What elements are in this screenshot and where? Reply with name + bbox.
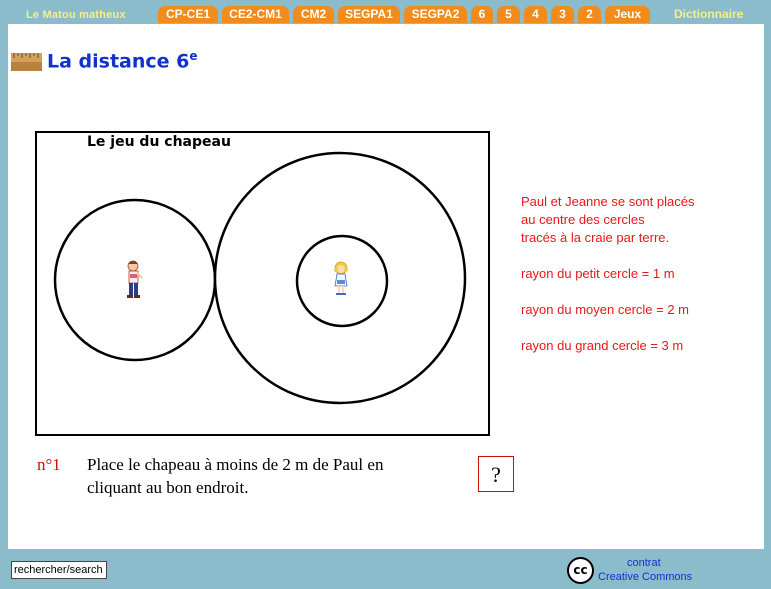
tab-segpa1[interactable]: SEGPA1 (338, 6, 400, 23)
ruler-icon (11, 53, 42, 71)
question-text-line-2: cliquant au bon endroit. (87, 478, 249, 497)
large-radius-text: rayon du grand cercle = 3 m (521, 338, 684, 353)
tab-3[interactable]: 3 (551, 6, 574, 23)
search-input[interactable] (11, 561, 107, 579)
tab-cp-ce1[interactable]: CP-CE1 (158, 6, 218, 23)
question-number: n°1 (37, 455, 61, 474)
question-text-line-1: Place le chapeau à moins de 2 m de Paul … (87, 455, 384, 474)
dictionary-link[interactable]: Dictionnaire (674, 7, 743, 21)
tab-ce2-cm1[interactable]: CE2-CM1 (222, 6, 289, 23)
small-radius-text: rayon du petit cercle = 1 m (521, 266, 675, 281)
creative-commons-icon[interactable]: cc (567, 557, 594, 584)
page-title-text: La distance 6 (47, 50, 190, 73)
tab-cm2[interactable]: CM2 (293, 6, 334, 23)
tab-5[interactable]: 5 (497, 6, 520, 23)
page-title-superscript: e (189, 49, 198, 63)
info-line-3: tracés à la craie par terre. (521, 230, 670, 245)
paul-circle[interactable] (53, 198, 217, 362)
license-link-line-2[interactable]: Creative Commons (598, 571, 692, 583)
info-line-1: Paul et Jeanne se sont placés (521, 194, 695, 209)
tab-6[interactable]: 6 (471, 6, 493, 23)
tab-jeux[interactable]: Jeux (605, 6, 650, 23)
license-link-line-1[interactable]: contrat (627, 557, 661, 569)
info-line-2: au centre des cercles (521, 212, 645, 227)
tab-4[interactable]: 4 (524, 6, 547, 23)
medium-radius-text: rayon du moyen cercle = 2 m (521, 302, 689, 317)
tab-segpa2[interactable]: SEGPA2 (404, 6, 467, 23)
site-brand[interactable]: Le Matou matheux (26, 8, 126, 22)
help-button[interactable]: ? (478, 456, 514, 492)
jeanne-small-circle[interactable] (295, 234, 389, 328)
game-title: Le jeu du chapeau (87, 134, 231, 150)
tab-2[interactable]: 2 (578, 6, 601, 23)
page-title: La distance 6e (47, 49, 198, 72)
